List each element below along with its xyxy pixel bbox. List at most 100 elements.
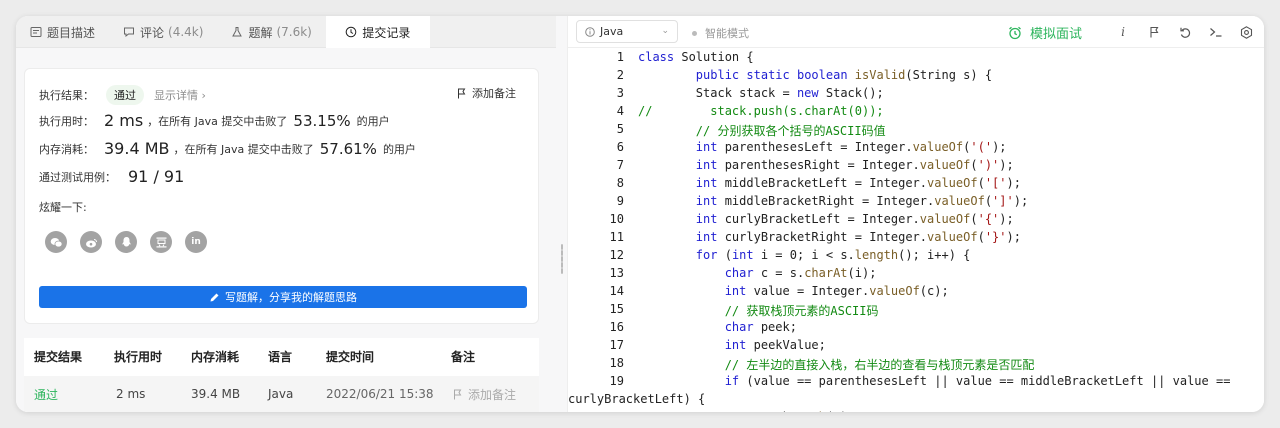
line-number: 2 <box>616 68 624 82</box>
code-line: int parenthesesRight = Integer.valueOf('… <box>695 158 1014 172</box>
line-number: 18 <box>609 356 624 370</box>
code-line: if (value == parenthesesLeft || value ==… <box>724 374 1231 388</box>
panel-splitter[interactable] <box>556 16 568 412</box>
tab-bar: 题目描述 评论 (4.4k) 题解 (7.6k) 提交记录 <box>16 16 556 48</box>
code-line: // stack.push(s.charAt(0)); <box>638 104 884 118</box>
runtime-percent: 53.15% <box>293 111 351 130</box>
result-label: 执行结果： <box>39 89 94 102</box>
line-number: 13 <box>609 266 624 280</box>
editor-panel: Java ⌄ 智能模式 模拟面试 i 1 2 3 4 5 6 7 8 9 10 … <box>568 16 1264 412</box>
tab-comments[interactable]: 评论 (4.4k) <box>109 16 217 48</box>
tab-label: 题目描述 <box>47 25 96 40</box>
tab-description[interactable]: 题目描述 <box>16 16 109 48</box>
row-language: Java <box>268 387 294 401</box>
flag-icon <box>454 389 462 399</box>
reset-icon[interactable] <box>1177 24 1193 40</box>
tab-label: 题解 <box>248 25 273 40</box>
tab-label: 评论 <box>140 25 165 40</box>
code-line: curlyBracketLeft) { <box>568 392 706 406</box>
line-number: 9 <box>616 194 624 208</box>
flag-icon[interactable] <box>1146 24 1162 40</box>
mock-interview-button[interactable]: 模拟面试 <box>1008 23 1082 42</box>
left-panel: 题目描述 评论 (4.4k) 题解 (7.6k) 提交记录 执行结果： 通过 显… <box>16 16 556 412</box>
code-editor[interactable]: 1 2 3 4 5 6 7 8 9 10 11 12 13 14 15 16 1… <box>568 48 1264 412</box>
chevron-down-icon: ⌄ <box>661 26 669 36</box>
row-add-note-button[interactable]: 添加备注 <box>453 386 516 403</box>
runtime-suffix: 的用户 <box>356 114 390 128</box>
line-number: 12 <box>609 248 624 262</box>
code-line: class Solution { <box>638 50 754 64</box>
line-number: 15 <box>609 302 624 316</box>
table-header: 提交结果 执行用时 内存消耗 语言 提交时间 备注 <box>24 338 539 374</box>
tab-count: (4.4k) <box>168 25 204 39</box>
code-line: int peekValue; <box>724 338 826 352</box>
memory-label: 内存消耗： <box>39 142 94 156</box>
add-note-label: 添加备注 <box>472 87 516 100</box>
show-details-link[interactable]: 显示详情 › <box>154 87 206 103</box>
smart-mode-label: 智能模式 <box>705 27 749 40</box>
share-icons: in <box>45 231 220 253</box>
douban-icon[interactable] <box>150 231 172 253</box>
settings-icon[interactable] <box>1238 24 1254 40</box>
code-line: int middleBracketRight = Integer.valueOf… <box>695 194 1029 208</box>
code-line: Stack stack = new Stack(); <box>638 86 884 100</box>
memory-percent: 57.61% <box>319 139 377 158</box>
qq-icon[interactable] <box>115 231 137 253</box>
status-badge: 通过 <box>106 85 144 105</box>
memory-value: 39.4 MB <box>104 139 170 158</box>
column-header: 备注 <box>451 349 476 364</box>
code-line: // 获取栈顶元素的ASCII码 <box>724 304 879 318</box>
line-number: 7 <box>616 158 624 172</box>
language-select[interactable]: Java ⌄ <box>576 20 678 43</box>
terminal-icon[interactable] <box>1208 24 1224 40</box>
submissions-table: 提交结果 执行用时 内存消耗 语言 提交时间 备注 通过 2 ms 39.4 M… <box>24 338 539 412</box>
line-number: 20 <box>568 410 624 412</box>
line-number: 4 <box>616 104 624 118</box>
column-header: 提交结果 <box>34 349 83 364</box>
code-line: // 左半边的直接入栈，右半边的查看与栈顶元素是否匹配 <box>724 358 1035 372</box>
line-number: 19 <box>609 374 624 388</box>
code-line: int value = Integer.valueOf(c); <box>724 284 949 298</box>
tab-submissions[interactable]: 提交记录 <box>325 16 430 48</box>
linkedin-icon[interactable]: in <box>185 231 207 253</box>
flag-icon <box>458 88 466 98</box>
row-time: 2022/06/21 15:38 <box>326 387 434 401</box>
info-icon <box>585 26 595 37</box>
tab-count: (7.6k) <box>276 25 312 39</box>
line-number: 10 <box>609 212 624 226</box>
line-number: 11 <box>609 230 624 244</box>
runtime-value: 2 ms <box>104 111 144 130</box>
editor-toolbar: Java ⌄ 智能模式 模拟面试 i <box>568 16 1264 48</box>
clock-icon <box>345 26 357 38</box>
write-solution-button[interactable]: 写题解，分享我的解题思路 <box>39 286 527 308</box>
row-result[interactable]: 通过 <box>34 386 58 403</box>
code-line: // 分别获取各个括号的ASCII码值 <box>695 124 886 138</box>
info-italic-icon[interactable]: i <box>1115 24 1131 40</box>
weibo-icon[interactable] <box>80 231 102 253</box>
tab-solutions[interactable]: 题解 (7.6k) <box>217 16 325 48</box>
toggle-dot-icon <box>692 30 697 36</box>
flask-icon <box>231 26 243 38</box>
description-icon <box>30 26 42 38</box>
line-number: 3 <box>616 86 624 100</box>
language-value: Java <box>600 25 624 38</box>
line-number: 14 <box>609 284 624 298</box>
write-solution-label: 写题解，分享我的解题思路 <box>225 291 357 304</box>
memory-text: ，在所有 Java 提交中击败了 <box>173 142 314 156</box>
column-header: 执行用时 <box>114 349 163 364</box>
row-runtime: 2 ms <box>116 387 146 401</box>
line-number: 1 <box>616 50 624 64</box>
app-window: 题目描述 评论 (4.4k) 题解 (7.6k) 提交记录 执行结果： 通过 显… <box>16 16 1264 412</box>
smart-mode-toggle[interactable]: 智能模式 <box>692 25 749 41</box>
code-line: stack.push(c); <box>638 410 855 412</box>
code-line: int middleBracketLeft = Integer.valueOf(… <box>695 176 1021 190</box>
memory-suffix: 的用户 <box>382 142 416 156</box>
line-number: 6 <box>616 140 624 154</box>
table-row[interactable]: 通过 2 ms 39.4 MB Java 2022/06/21 15:38 添加… <box>24 376 539 412</box>
wechat-icon[interactable] <box>45 231 67 253</box>
drag-handle-icon[interactable] <box>561 244 563 274</box>
add-note-button[interactable]: 添加备注 <box>457 85 516 101</box>
column-header: 语言 <box>268 349 293 364</box>
comment-icon <box>123 26 135 38</box>
runtime-label: 执行用时： <box>39 114 94 128</box>
